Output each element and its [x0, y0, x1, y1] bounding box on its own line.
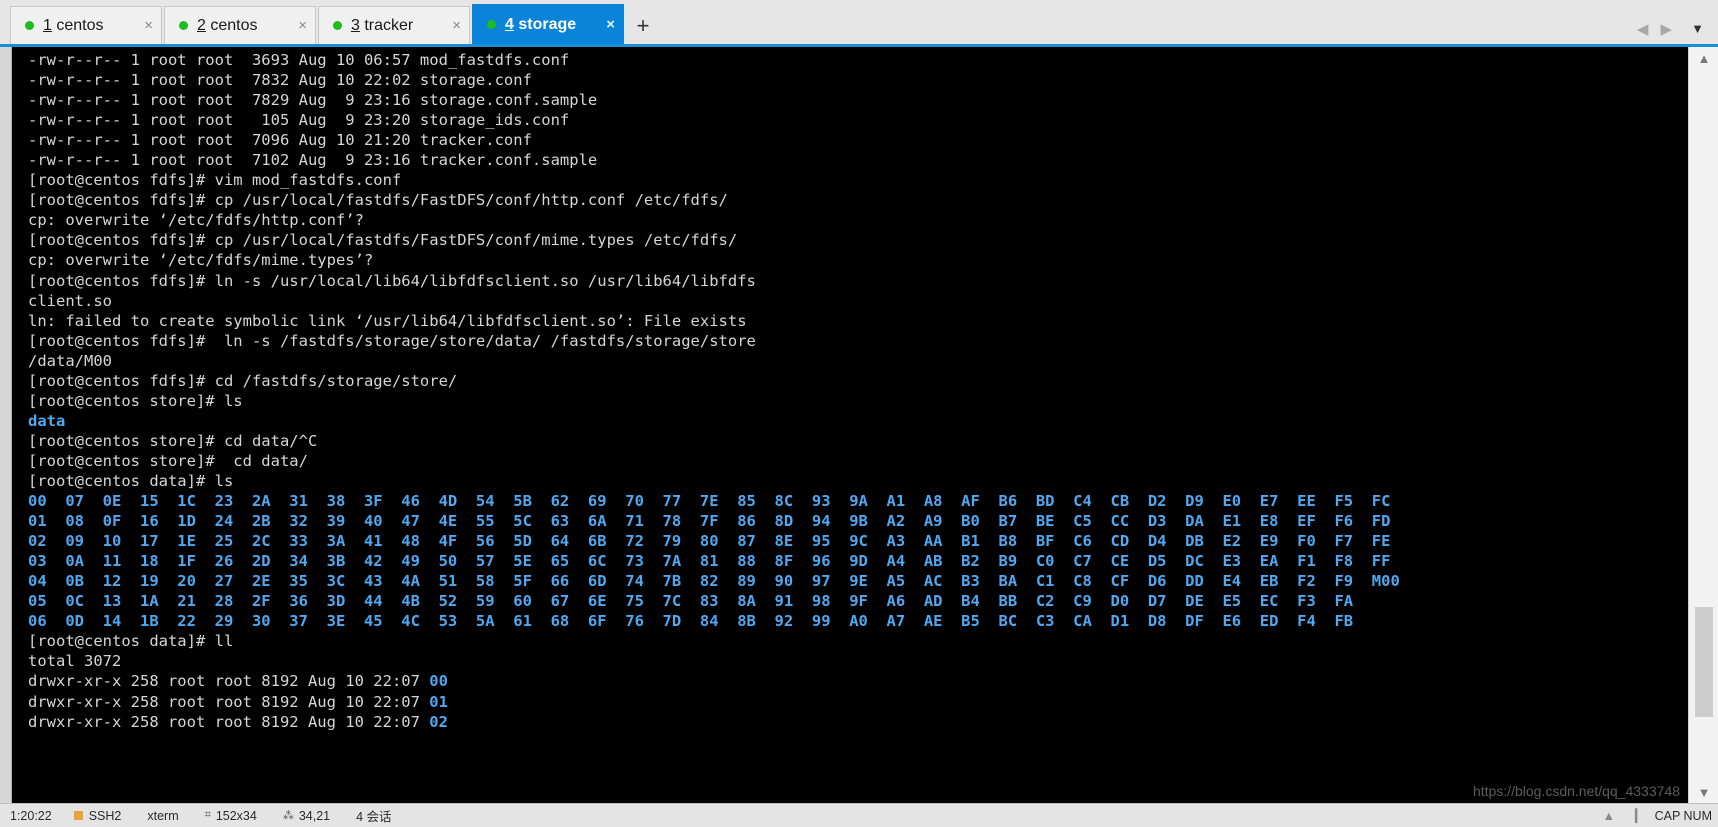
- tab-close-icon[interactable]: ×: [284, 18, 307, 33]
- tab-2-centos[interactable]: 2 centos ×: [164, 6, 316, 44]
- status-bar-icon: ▎: [1634, 809, 1645, 823]
- position-icon: ⁂: [282, 810, 294, 822]
- tab-nav-arrows: ◀ ▶: [1637, 22, 1672, 37]
- tab-title: centos: [205, 16, 258, 34]
- tab-title: centos: [51, 16, 104, 34]
- tab-status-dot-icon: [25, 21, 34, 30]
- tab-index: 2: [197, 16, 206, 34]
- nav-prev-icon[interactable]: ◀: [1637, 22, 1649, 37]
- tab-title: tracker: [359, 16, 414, 34]
- tab-bar: 1 centos × 2 centos × 3 tracker × 4 stor…: [0, 0, 1718, 44]
- tab-status-dot-icon: [333, 21, 342, 30]
- vertical-scrollbar[interactable]: ▲ ▼: [1688, 47, 1718, 803]
- tab-title: storage: [513, 15, 577, 33]
- status-up-icon[interactable]: ▲: [1603, 809, 1615, 823]
- tab-status-dot-icon: [487, 20, 496, 29]
- tab-close-icon[interactable]: ×: [130, 18, 153, 33]
- status-size: ⌗ 152x34: [204, 808, 257, 823]
- tab-label: 4 storage: [505, 16, 576, 34]
- status-bar: 1:20:22 SSH2 xterm ⌗ 152x34 ⁂ 34,21 4 会话…: [0, 803, 1718, 827]
- tab-close-icon[interactable]: ×: [438, 18, 461, 33]
- tab-close-icon[interactable]: ×: [592, 17, 615, 32]
- grid-icon: ⌗: [204, 809, 211, 821]
- terminal-area: -rw-r--r-- 1 root root 3693 Aug 10 06:57…: [0, 47, 1718, 803]
- tab-1-centos[interactable]: 1 centos ×: [10, 6, 162, 44]
- scrollbar-up-icon[interactable]: ▲: [1689, 47, 1718, 69]
- status-cursor-position: ⁂ 34,21: [282, 808, 331, 823]
- status-term-type: xterm: [147, 808, 179, 823]
- chevron-down-icon[interactable]: ▼: [1691, 22, 1704, 35]
- tab-index: 3: [351, 16, 360, 34]
- terminal-screen[interactable]: -rw-r--r-- 1 root root 3693 Aug 10 06:57…: [12, 47, 1688, 803]
- status-clock: 1:20:22: [10, 808, 52, 823]
- terminal-application-window: 1 centos × 2 centos × 3 tracker × 4 stor…: [0, 0, 1718, 827]
- tab-index: 1: [43, 16, 52, 34]
- tab-label: 3 tracker: [351, 17, 413, 35]
- new-tab-button[interactable]: +: [630, 10, 656, 42]
- nav-next-icon[interactable]: ▶: [1660, 22, 1672, 37]
- left-gutter: [0, 47, 12, 803]
- status-session-count: 4 会话: [356, 810, 392, 824]
- session-square-icon: [73, 811, 83, 820]
- status-caps-indicator: CAP NUM: [1654, 808, 1712, 823]
- scrollbar-thumb[interactable]: [1695, 607, 1713, 717]
- tab-label: 1 centos: [43, 17, 104, 35]
- watermark-text: https://blog.csdn.net/qq_4333748: [1472, 783, 1680, 799]
- status-session: SSH2: [73, 809, 121, 823]
- tab-label: 2 centos: [197, 17, 258, 35]
- tab-index: 4: [505, 15, 514, 33]
- tab-4-storage[interactable]: 4 storage ×: [472, 4, 624, 44]
- tab-3-tracker[interactable]: 3 tracker ×: [318, 6, 470, 44]
- tab-status-dot-icon: [179, 21, 188, 30]
- scrollbar-down-icon[interactable]: ▼: [1689, 781, 1718, 803]
